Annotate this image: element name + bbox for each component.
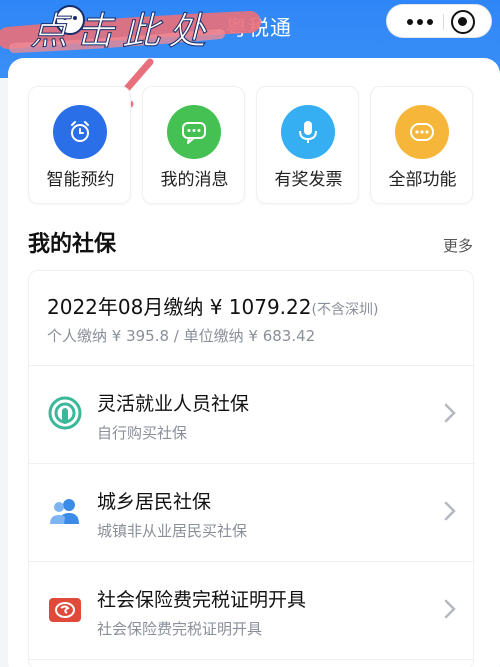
quick-item-smart-appointment[interactable]: 智能预约 <box>28 86 131 204</box>
payment-summary[interactable]: 2022年08月缴纳 ¥ 1079.22(不含深圳) <box>47 291 378 320</box>
quick-actions: 智能预约 我的消息 有奖发票 全部功能 <box>28 86 474 204</box>
alarm-clock-icon <box>53 105 107 159</box>
quick-item-my-messages[interactable]: 我的消息 <box>142 86 245 204</box>
section-title: 我的社保 <box>28 232 117 257</box>
list-item-subtitle: 自行购买社保 <box>97 424 188 442</box>
divider <box>29 365 475 366</box>
payment-note: (不含深圳) <box>311 302 379 318</box>
list-item-title: 城乡居民社保 <box>97 491 212 513</box>
chevron-right-icon <box>444 599 456 619</box>
list-item-flexible-employment[interactable]: 灵活就业人员社保 自行购买社保 <box>29 367 475 463</box>
quick-item-label: 有奖发票 <box>274 170 343 190</box>
annotation-text: 点击此处 <box>29 9 215 54</box>
payment-breakdown: 个人缴纳 ¥ 395.8 / 单位缴纳 ¥ 683.42 <box>47 327 316 345</box>
quick-item-prize-invoice[interactable]: 有奖发票 <box>256 86 359 204</box>
mini-program-capsule <box>386 4 492 38</box>
microphone-icon <box>281 105 335 159</box>
social-insurance-icon <box>49 598 81 622</box>
divider <box>29 659 475 660</box>
quick-item-label: 智能预约 <box>46 170 115 190</box>
more-dots-icon <box>395 105 449 159</box>
quick-item-all-functions[interactable]: 全部功能 <box>370 86 473 204</box>
people-icon <box>50 499 79 524</box>
chevron-right-icon <box>444 501 456 521</box>
quick-item-label: 我的消息 <box>160 170 229 190</box>
list-item-subtitle: 社会保险费完税证明开具 <box>97 620 263 638</box>
podcast-icon <box>48 396 82 430</box>
divider <box>29 561 475 562</box>
more-dots-icon[interactable] <box>397 5 443 39</box>
payment-amount: 2022年08月缴纳 ¥ 1079.22 <box>47 295 312 319</box>
target-circle-icon[interactable] <box>451 10 475 34</box>
more-link[interactable]: 更多 <box>443 235 473 256</box>
list-item-urban-rural-residents[interactable]: 城乡居民社保 城镇非从业居民买社保 <box>29 465 475 561</box>
list-item-title: 灵活就业人员社保 <box>97 393 250 415</box>
capsule-divider <box>443 14 444 30</box>
quick-item-label: 全部功能 <box>388 170 457 190</box>
chat-bubble-icon <box>167 105 221 159</box>
chevron-right-icon <box>444 403 456 423</box>
list-item-tax-certificate[interactable]: 社会保险费完税证明开具 社会保险费完税证明开具 <box>29 563 475 659</box>
list-item-title: 社会保险费完税证明开具 <box>97 589 307 611</box>
social-security-card: 2022年08月缴纳 ¥ 1079.22(不含深圳) 个人缴纳 ¥ 395.8 … <box>28 270 475 667</box>
list-item-subtitle: 城镇非从业居民买社保 <box>97 522 248 540</box>
app-title: 粤税通 <box>226 16 292 40</box>
divider <box>29 463 475 464</box>
